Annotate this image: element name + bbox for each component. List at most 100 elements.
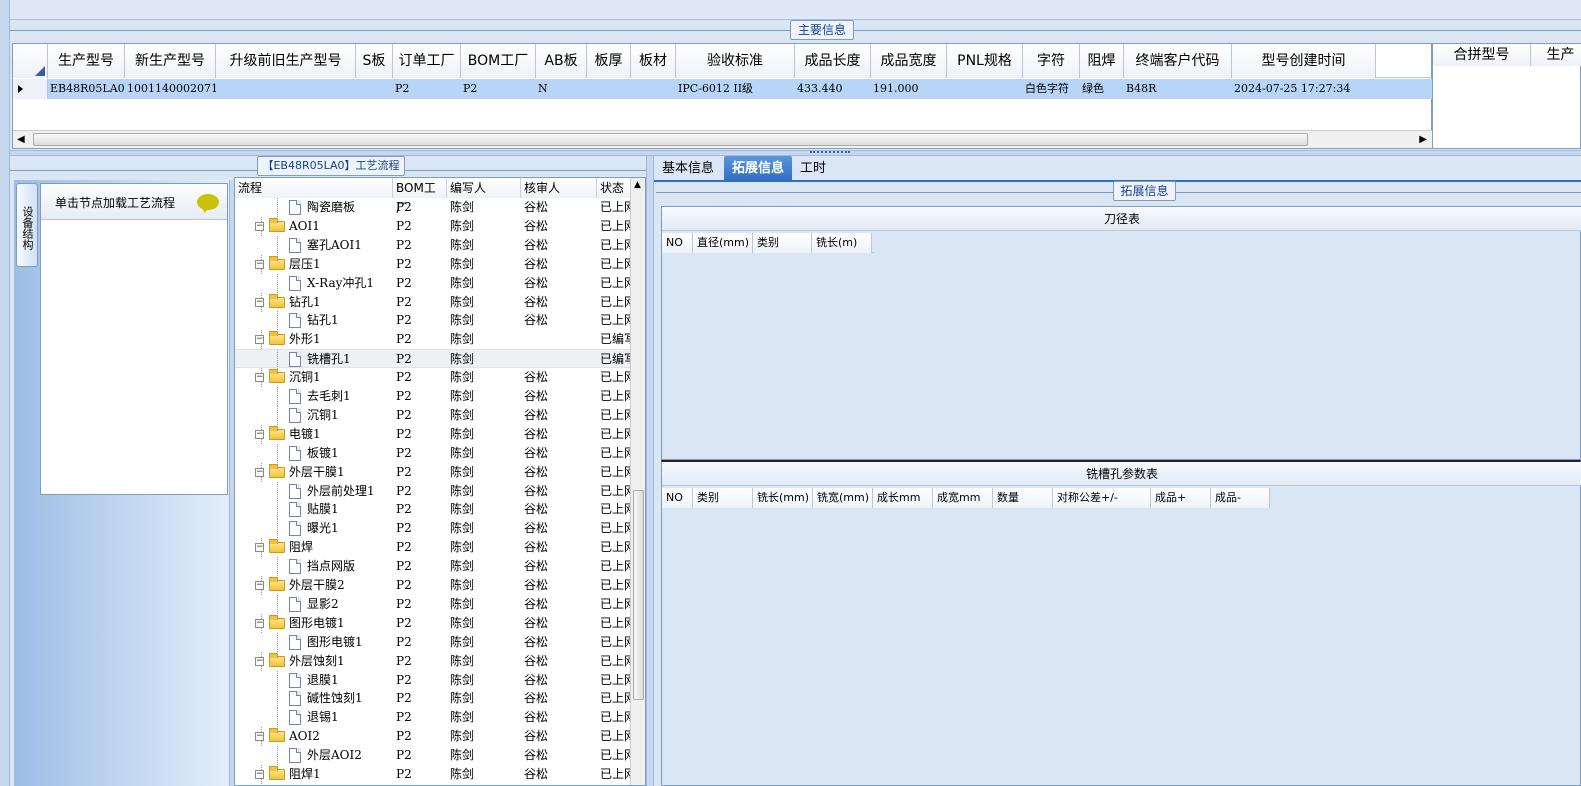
tree-scroll-thumb[interactable] <box>633 490 644 700</box>
tree-row[interactable]: 板镀1 P2 陈剑 谷松 已上网 <box>235 443 631 463</box>
tree-row[interactable]: 钻孔1 P2 陈剑 谷松 已上网 <box>235 311 631 331</box>
main-cell-12[interactable] <box>947 79 1023 99</box>
slot-col-header-4[interactable]: 成长mm <box>873 488 933 508</box>
tree-row[interactable]: 图形电镀1 P2 陈剑 谷松 已上网 <box>235 632 631 652</box>
center-splitter[interactable] <box>646 156 654 786</box>
main-cell-8[interactable] <box>631 79 676 99</box>
slot-col-header-9[interactable]: 成品- <box>1211 488 1270 508</box>
tree-row[interactable]: 外层AOI2 P2 陈剑 谷松 已上网 <box>235 746 631 766</box>
tree-row[interactable]: − 阻焊 P2 陈剑 谷松 已上网 <box>235 538 631 558</box>
main-col-header-1[interactable]: 新生产型号 <box>125 44 216 78</box>
main-cell-10[interactable]: 433.440 <box>795 79 871 99</box>
tree-row[interactable]: − AOI1 P2 陈剑 谷松 已上网 <box>235 216 631 236</box>
main-col-header-13[interactable]: 字符 <box>1023 44 1080 78</box>
tree-row[interactable]: 外层前处理1 P2 陈剑 谷松 已上网 <box>235 481 631 501</box>
tree-row[interactable]: − 外层干膜1 P2 陈剑 谷松 已上网 <box>235 462 631 482</box>
tool-col-header-1[interactable]: 直径(mm) <box>693 233 753 253</box>
tool-col-header-3[interactable]: 铣长(m) <box>812 233 872 253</box>
collapse-toggle-icon[interactable]: − <box>255 335 264 345</box>
merge-prod-header[interactable]: 生产 <box>1531 44 1581 66</box>
tab-2[interactable]: 工时 <box>792 156 834 182</box>
slot-col-header-2[interactable]: 铣长(mm) <box>753 488 813 508</box>
collapse-toggle-icon[interactable]: − <box>255 373 264 383</box>
tree-row[interactable]: − 钻孔1 P2 陈剑 谷松 已上网 <box>235 292 631 312</box>
tree-row[interactable]: − 阻焊1 P2 陈剑 谷松 已上网 <box>235 765 631 784</box>
collapse-toggle-icon[interactable]: − <box>255 543 264 553</box>
tool-col-header-2[interactable]: 类别 <box>753 233 812 253</box>
main-col-header-14[interactable]: 阻焊 <box>1080 44 1124 78</box>
tree-row[interactable]: 退锡1 P2 陈剑 谷松 已上网 <box>235 708 631 728</box>
main-cell-13[interactable]: 白色字符 <box>1023 79 1080 99</box>
node-hint-panel[interactable]: 单击节点加载工艺流程 <box>40 183 228 495</box>
tab-0[interactable]: 基本信息 <box>654 156 722 182</box>
tree-row[interactable]: − 电镀1 P2 陈剑 谷松 已上网 <box>235 424 631 444</box>
main-col-header-11[interactable]: 成品宽度 <box>871 44 947 78</box>
scroll-up-icon[interactable]: ▲ <box>634 180 641 190</box>
main-col-header-15[interactable]: 终端客户代码 <box>1124 44 1232 78</box>
collapse-toggle-icon[interactable]: − <box>255 618 264 628</box>
tree-row[interactable]: 碱性蚀刻1 P2 陈剑 谷松 已上网 <box>235 689 631 709</box>
main-cell-11[interactable]: 191.000 <box>871 79 947 99</box>
tab-1[interactable]: 拓展信息 <box>724 156 793 182</box>
main-cell-5[interactable]: P2 <box>461 79 536 99</box>
collapse-toggle-icon[interactable]: − <box>255 656 264 666</box>
main-cell-7[interactable] <box>587 79 631 99</box>
main-cell-4[interactable]: P2 <box>393 79 461 99</box>
scroll-left-icon[interactable]: ◀ <box>17 134 25 145</box>
slot-col-header-5[interactable]: 成宽mm <box>933 488 993 508</box>
tree-row[interactable]: 去毛刺1 P2 陈剑 谷松 已上网 <box>235 387 631 406</box>
main-col-header-10[interactable]: 成品长度 <box>795 44 871 78</box>
main-cell-1[interactable]: 10011400020713 <box>125 79 216 99</box>
collapse-toggle-icon[interactable]: − <box>255 221 264 231</box>
slot-col-header-3[interactable]: 铣宽(mm) <box>813 488 873 508</box>
main-cell-16[interactable]: 2024-07-25 17:27:34 <box>1232 79 1376 99</box>
tree-col-header-3[interactable]: 核审人 <box>521 178 597 198</box>
tree-row[interactable]: − 外层蚀刻1 P2 陈剑 谷松 已上网 <box>235 651 631 671</box>
main-cell-9[interactable]: IPC-6012 II级 <box>676 79 795 99</box>
tree-col-header-4[interactable]: 状态 <box>597 178 631 198</box>
merge-model-header[interactable]: 合拼型号 <box>1433 44 1531 66</box>
tree-vscrollbar[interactable]: ▲ <box>630 178 645 785</box>
main-grid-hscrollbar[interactable]: ◀ ▶ <box>13 130 1433 148</box>
main-col-header-2[interactable]: 升级前旧生产型号 <box>216 44 356 78</box>
tree-row[interactable]: − 外形1 P2 陈剑 已编写 <box>235 330 631 350</box>
scroll-thumb[interactable] <box>33 133 1308 146</box>
slot-col-header-1[interactable]: 类别 <box>693 488 753 508</box>
tree-row[interactable]: − 沉铜1 P2 陈剑 谷松 已上网 <box>235 368 631 388</box>
main-cell-6[interactable]: N <box>536 79 587 99</box>
collapse-toggle-icon[interactable]: − <box>255 770 264 779</box>
main-col-header-3[interactable]: S板 <box>356 44 393 78</box>
tree-row[interactable]: 陶瓷磨板 P2 陈剑 谷松 已上网 <box>235 198 631 217</box>
slot-col-header-6[interactable]: 数量 <box>993 488 1053 508</box>
tree-row[interactable]: 退膜1 P2 陈剑 谷松 已上网 <box>235 670 631 690</box>
main-col-header-16[interactable]: 型号创建时间 <box>1232 44 1376 78</box>
main-grid-row[interactable]: EB48R05LA0 10011400020713 P2 P2 N IPC-6012 II… <box>48 79 1433 99</box>
tree-row[interactable]: 贴膜1 P2 陈剑 谷松 已上网 <box>235 500 631 520</box>
tree-row[interactable]: 挡点网版 P2 陈剑 谷松 已上网 <box>235 557 631 577</box>
tree-row[interactable]: 塞孔AOI1 P2 陈剑 谷松 已上网 <box>235 235 631 255</box>
main-cell-15[interactable]: B48R <box>1124 79 1232 99</box>
slot-col-header-7[interactable]: 对称公差+/- <box>1053 488 1151 508</box>
tool-col-header-0[interactable]: NO <box>662 233 693 253</box>
main-col-header-6[interactable]: AB板 <box>536 44 587 78</box>
main-col-header-9[interactable]: 验收标准 <box>676 44 795 78</box>
tree-row[interactable]: − 层压1 P2 陈剑 谷松 已上网 <box>235 254 631 274</box>
main-cell-14[interactable]: 绿色 <box>1080 79 1124 99</box>
main-col-header-8[interactable]: 板材 <box>631 44 676 78</box>
main-col-header-12[interactable]: PNL规格 <box>947 44 1023 78</box>
vertical-tab-device[interactable]: 设备结构 <box>16 183 38 267</box>
main-col-header-5[interactable]: BOM工厂 <box>461 44 536 78</box>
scroll-right-icon[interactable]: ▶ <box>1419 134 1427 145</box>
slot-col-header-0[interactable]: NO <box>662 488 693 508</box>
slot-col-header-8[interactable]: 成品+ <box>1151 488 1211 508</box>
main-col-header-0[interactable]: 生产型号 <box>48 44 125 78</box>
tree-row[interactable]: − 图形电镀1 P2 陈剑 谷松 已上网 <box>235 613 631 633</box>
row-indicator[interactable] <box>13 79 48 99</box>
main-cell-3[interactable] <box>356 79 393 99</box>
collapse-toggle-icon[interactable]: − <box>255 732 264 742</box>
main-cell-2[interactable] <box>216 79 356 99</box>
tree-row[interactable]: X-Ray冲孔1 P2 陈剑 谷松 已上网 <box>235 273 631 293</box>
collapse-toggle-icon[interactable]: − <box>255 259 264 269</box>
tree-row[interactable]: 铣槽孔1 P2 陈剑 已编写 <box>235 349 631 370</box>
main-col-header-7[interactable]: 板厚 <box>587 44 631 78</box>
